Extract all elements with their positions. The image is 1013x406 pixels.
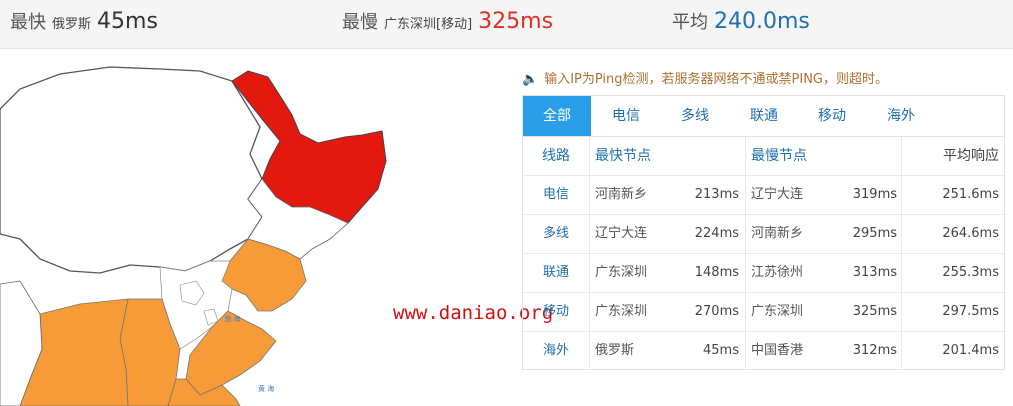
row-fast-ms: 224ms <box>694 226 739 241</box>
speaker-icon: 🔈 <box>522 72 539 87</box>
map-sea-label-bohai: 渤 海 <box>224 314 240 323</box>
column-divider <box>901 215 902 253</box>
row-slow-ms: 319ms <box>852 187 897 202</box>
average-label: 平均 <box>672 12 708 33</box>
column-divider <box>745 254 746 292</box>
row-fast-ms: 45ms <box>703 343 739 358</box>
column-divider <box>745 176 746 214</box>
tab-overseas[interactable]: 海外 <box>867 96 935 136</box>
column-divider <box>745 137 746 175</box>
row-line: 移动 <box>523 293 590 331</box>
row-slow-ms: 325ms <box>852 304 897 319</box>
average-stat: 平均 240.0ms <box>672 8 810 34</box>
summary-bar: 最快 俄罗斯 45ms 最慢 广东深圳[移动] 325ms 平均 240.0ms <box>0 0 1013 49</box>
fastest-stat: 最快 俄罗斯 45ms <box>10 8 158 34</box>
slowest-location: 广东深圳[移动] <box>384 17 473 32</box>
table-row: 联通 广东深圳 148ms 江苏徐州 313ms 255.3ms <box>523 254 1004 293</box>
fastest-value: 45ms <box>97 9 158 34</box>
row-slow-node: 江苏徐州 <box>751 265 804 280</box>
row-slow-ms: 312ms <box>852 343 897 358</box>
row-fast-node: 广东深圳 <box>595 265 648 280</box>
column-divider <box>901 332 902 370</box>
header-average: 平均响应 <box>943 148 999 164</box>
slowest-stat: 最慢 广东深圳[移动] 325ms <box>342 8 553 34</box>
row-line: 海外 <box>523 332 590 370</box>
fastest-location: 俄罗斯 <box>52 17 92 32</box>
row-slow-ms: 313ms <box>852 265 897 280</box>
header-slowest-node: 最慢节点 <box>751 148 807 164</box>
tab-telecom[interactable]: 电信 <box>593 96 659 136</box>
row-fast-ms: 148ms <box>694 265 739 280</box>
column-divider <box>901 293 902 331</box>
table-header: 线路 最快节点 最慢节点 平均响应 <box>523 137 1004 176</box>
map-svg: 渤 海 黄 海 <box>0 66 387 406</box>
tab-mobile[interactable]: 移动 <box>799 96 865 136</box>
slowest-value: 325ms <box>478 9 554 34</box>
row-fast-ms: 270ms <box>694 304 739 319</box>
column-divider <box>745 332 746 370</box>
row-average: 255.3ms <box>942 265 999 280</box>
row-line: 电信 <box>523 176 590 214</box>
column-divider <box>901 137 902 175</box>
row-slow-node: 河南新乡 <box>751 226 804 241</box>
row-slow-node: 广东深圳 <box>751 304 804 319</box>
row-slow-node: 中国香港 <box>751 343 804 358</box>
row-fast-ms: 213ms <box>694 187 739 202</box>
tab-all[interactable]: 全部 <box>523 96 591 136</box>
table-row: 移动 广东深圳 270ms 广东深圳 325ms 297.5ms <box>523 293 1004 332</box>
map-sea-label-yellow: 黄 海 <box>258 384 274 393</box>
row-slow-node: 辽宁大连 <box>751 187 804 202</box>
map-region-inner-mongolia[interactable] <box>0 66 263 274</box>
column-divider <box>901 254 902 292</box>
tab-unicom[interactable]: 联通 <box>731 96 797 136</box>
row-average: 201.4ms <box>942 343 999 358</box>
row-fast-node: 辽宁大连 <box>595 226 648 241</box>
column-divider <box>901 176 902 214</box>
table-row: 多线 辽宁大连 224ms 河南新乡 295ms 264.6ms <box>523 215 1004 254</box>
china-map[interactable]: 渤 海 黄 海 <box>0 49 520 406</box>
row-fast-node: 广东深圳 <box>595 304 648 319</box>
tab-multiline[interactable]: 多线 <box>661 96 729 136</box>
row-fast-node: 俄罗斯 <box>595 343 635 358</box>
ping-tip-text: 输入IP为Ping检测，若服务器网络不通或禁PING，则超时。 <box>544 72 888 87</box>
row-average: 264.6ms <box>942 226 999 241</box>
row-fast-node: 河南新乡 <box>595 187 648 202</box>
header-fastest-node: 最快节点 <box>595 148 651 164</box>
result-panel: 全部 电信 多线 联通 移动 海外 线路 最快节点 最慢节点 平均响应 电信 河… <box>522 95 1005 370</box>
ping-tip: 🔈 输入IP为Ping检测，若服务器网络不通或禁PING，则超时。 <box>522 68 888 87</box>
row-slow-ms: 295ms <box>852 226 897 241</box>
row-line: 联通 <box>523 254 590 292</box>
slowest-label: 最慢 <box>342 12 378 33</box>
row-average: 251.6ms <box>942 187 999 202</box>
fastest-label: 最快 <box>10 12 46 33</box>
average-value: 240.0ms <box>714 9 810 34</box>
column-divider <box>745 293 746 331</box>
header-line: 线路 <box>523 137 590 175</box>
column-divider <box>745 215 746 253</box>
table-row: 海外 俄罗斯 45ms 中国香港 312ms 201.4ms <box>523 332 1004 370</box>
row-average: 297.5ms <box>942 304 999 319</box>
table-row: 电信 河南新乡 213ms 辽宁大连 319ms 251.6ms <box>523 176 1004 215</box>
line-tabs: 全部 电信 多线 联通 移动 海外 <box>523 96 1004 137</box>
row-line: 多线 <box>523 215 590 253</box>
